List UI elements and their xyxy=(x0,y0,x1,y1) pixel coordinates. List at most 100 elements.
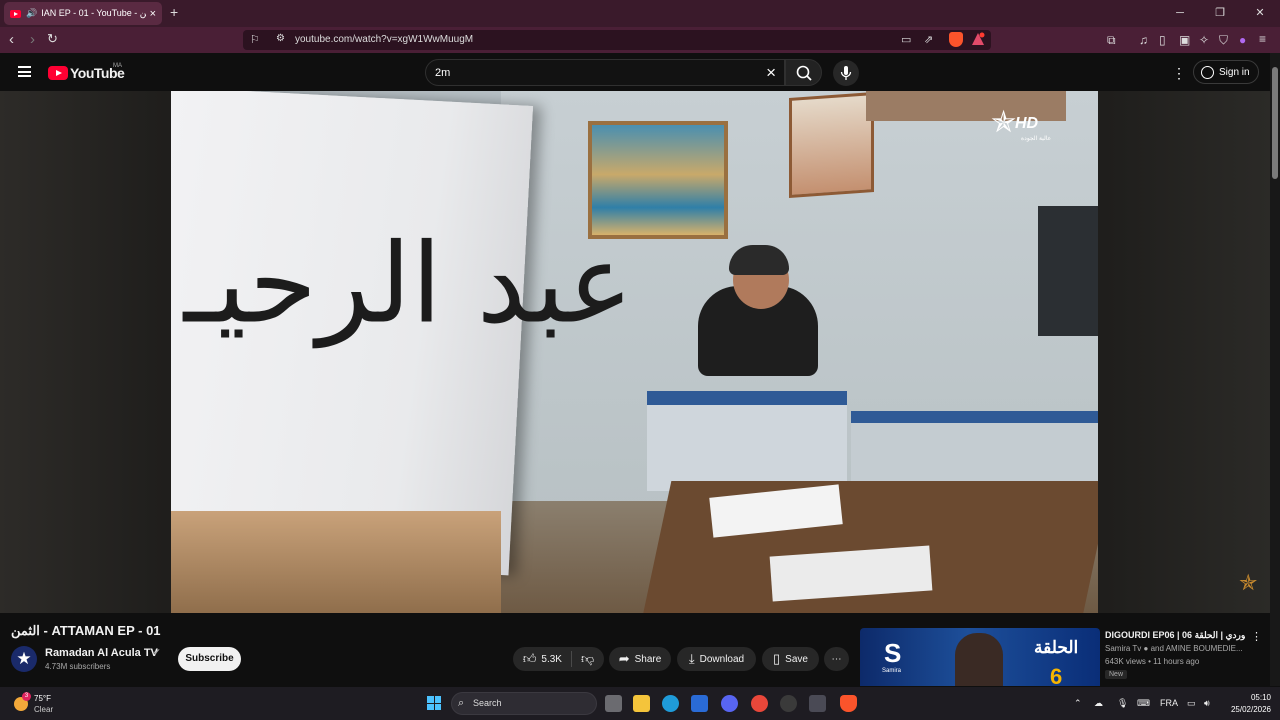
media-icon[interactable]: ♫ xyxy=(1139,33,1148,47)
new-badge: New xyxy=(1105,670,1128,679)
task-view-icon[interactable] xyxy=(605,695,622,712)
brave-taskbar-icon[interactable] xyxy=(840,695,857,712)
screenshot-icon[interactable]: ⧉ xyxy=(1107,33,1116,48)
close-window-icon[interactable]: ✕ xyxy=(1240,0,1280,27)
bookmark-icon[interactable]: ⚐ xyxy=(250,33,260,46)
voice-search-button[interactable] xyxy=(833,60,859,86)
star-logo-icon: ✯ xyxy=(991,106,1017,139)
cast-icon[interactable]: ▭ xyxy=(901,33,911,46)
like-dislike-group: 👍︎ 5.3K 👎︎ xyxy=(513,647,604,671)
keyboard-icon[interactable]: ⌨ xyxy=(1137,698,1150,709)
calculator-icon[interactable] xyxy=(809,695,826,712)
site-info-icon[interactable]: ⚙ xyxy=(276,33,285,44)
brave-shield-icon[interactable] xyxy=(949,32,963,47)
thumbnail-person xyxy=(955,633,1003,686)
back-icon[interactable]: ‹ xyxy=(9,31,14,48)
temperature[interactable]: 75°F xyxy=(34,694,51,703)
search-query[interactable]: 2m xyxy=(435,67,450,79)
restore-icon[interactable]: ❐ xyxy=(1200,0,1240,27)
taskbar-search-icon: ⌕ xyxy=(458,697,465,709)
clear-search-icon[interactable]: × xyxy=(766,63,776,83)
language-indicator[interactable]: FRA xyxy=(1160,698,1178,708)
reload-icon[interactable]: ↻ xyxy=(47,31,58,47)
channel-name[interactable]: Ramadan Al Acula TV xyxy=(45,647,158,659)
weather-badge: 3 xyxy=(22,692,31,701)
edge-icon[interactable] xyxy=(662,695,679,712)
discord-icon[interactable] xyxy=(721,695,738,712)
minimize-icon[interactable]: ─ xyxy=(1160,0,1200,27)
bookmark-save-icon: ▯ xyxy=(773,651,781,666)
like-count[interactable]: 5.3K xyxy=(541,654,562,665)
tray-mic-icon[interactable]: 🎙︎ xyxy=(1117,698,1128,709)
share-button[interactable]: ➦ Share xyxy=(609,647,671,671)
search-icon xyxy=(796,65,812,81)
like-icon[interactable]: 👍︎ xyxy=(523,651,537,667)
tray-chevron-icon[interactable]: ⌃ xyxy=(1074,698,1082,709)
browser-tab-bar: 🔊 IAN EP - 01 - YouTube - الثمن × + ─ ❐ … xyxy=(0,0,1280,27)
address-bar[interactable]: ⚐ ⚙ youtube.com/watch?v=xgW1WwMuugM ▭ ⇗ xyxy=(243,30,991,50)
page-scrollbar[interactable] xyxy=(1270,53,1280,686)
country-code: MA xyxy=(113,63,122,69)
browser-tab-active[interactable]: 🔊 IAN EP - 01 - YouTube - الثمن × xyxy=(4,2,162,25)
close-tab-icon[interactable]: × xyxy=(150,8,156,20)
windows-taskbar: 3 75°F Clear ⌕ Search ⌃ ☁ 🎙︎ ⌨ FRA ▭ 🔊︎ … xyxy=(0,687,1280,720)
forward-icon[interactable]: › xyxy=(30,31,35,48)
share-page-icon[interactable]: ⇗ xyxy=(924,33,933,46)
recommended-more-icon[interactable]: ⋮ xyxy=(1251,630,1262,643)
channel-avatar[interactable]: ★ xyxy=(11,646,37,672)
more-actions-button[interactable]: ⋯ xyxy=(824,647,849,671)
recommended-video-channel[interactable]: Samira Tv ● and AMINE BOUMEDIE... xyxy=(1105,644,1255,653)
windows-start-icon[interactable] xyxy=(427,696,441,710)
download-button[interactable]: ⤓ Download xyxy=(677,647,756,671)
extension-icon[interactable]: ● xyxy=(1239,33,1246,47)
vpn-icon[interactable]: ⛉ xyxy=(1219,33,1228,48)
browser-menu-icon[interactable]: ≡ xyxy=(1259,32,1266,46)
sign-in-button[interactable]: Sign in xyxy=(1193,60,1259,84)
chrome-icon[interactable] xyxy=(751,695,768,712)
recommended-video-title[interactable]: DIGOURDI EP06 | ديغوردي | الحلقة 06 xyxy=(1105,630,1245,641)
scene-sign-board: عبد الرحيـ xyxy=(171,91,633,576)
dislike-icon[interactable]: 👎︎ xyxy=(581,651,594,667)
like-divider xyxy=(570,651,572,667)
clock-date[interactable]: 25/02/2026 xyxy=(1226,705,1271,714)
new-tab-button[interactable]: + xyxy=(170,4,178,20)
video-title: الثمن - ATTAMAN EP - 01 xyxy=(11,623,161,638)
video-frame[interactable]: عبد الرحيـ ✯ HD عالية الجودة xyxy=(171,91,1098,613)
sidebar-icon[interactable]: ▯ xyxy=(1159,33,1166,47)
url-text[interactable]: youtube.com/watch?v=xgW1WwMuugM xyxy=(295,34,473,45)
window-controls: ─ ❐ ✕ xyxy=(1160,0,1280,27)
video-player[interactable]: عبد الرحيـ ✯ HD عالية الجودة xyxy=(0,91,1270,613)
speaker-icon[interactable]: 🔊 xyxy=(26,8,37,19)
hamburger-menu-icon[interactable] xyxy=(18,66,31,77)
search-button[interactable] xyxy=(785,59,822,86)
youtube-play-icon xyxy=(48,66,68,80)
leo-ai-icon[interactable]: ✧ xyxy=(1199,33,1209,47)
settings-more-icon[interactable]: ⋮ xyxy=(1172,65,1186,82)
onedrive-icon[interactable]: ☁ xyxy=(1094,698,1103,709)
weather-condition[interactable]: Clear xyxy=(34,705,53,714)
scene-person-cap xyxy=(729,245,789,275)
search-input[interactable]: 2m × xyxy=(425,59,785,86)
taskbar-search[interactable]: ⌕ Search xyxy=(451,692,597,715)
youtube-header: YouTube MA 2m × ⋮ Sign in xyxy=(0,53,1270,91)
microphone-icon xyxy=(840,66,852,80)
more-icon: ⋯ xyxy=(831,653,842,665)
app-icon[interactable] xyxy=(780,695,797,712)
network-icon[interactable]: ▭ xyxy=(1187,698,1196,709)
recommended-video-thumbnail[interactable]: S Samira الحلقة 6 xyxy=(860,628,1100,686)
download-icon: ⤓ xyxy=(688,651,695,666)
file-explorer-icon[interactable] xyxy=(633,695,650,712)
clock-time[interactable]: 05:10 xyxy=(1226,693,1271,702)
recommended-video-meta: 643K views • 11 hours ago xyxy=(1105,657,1200,666)
wallet-icon[interactable]: ▣ xyxy=(1179,33,1190,47)
brave-rewards-icon[interactable] xyxy=(971,32,985,46)
scrollbar-thumb[interactable] xyxy=(1272,67,1278,179)
subscribe-button[interactable]: Subscribe xyxy=(178,647,241,671)
volume-icon[interactable]: 🔊︎ xyxy=(1204,698,1210,709)
verified-icon: ✔ xyxy=(153,647,161,657)
store-icon[interactable] xyxy=(691,695,708,712)
corner-star-logo-icon: ✯ xyxy=(1239,570,1258,595)
save-button[interactable]: ▯ Save xyxy=(762,647,819,671)
subscriber-count: 4.73M subscribers xyxy=(45,662,111,671)
scene-poster xyxy=(789,92,874,198)
